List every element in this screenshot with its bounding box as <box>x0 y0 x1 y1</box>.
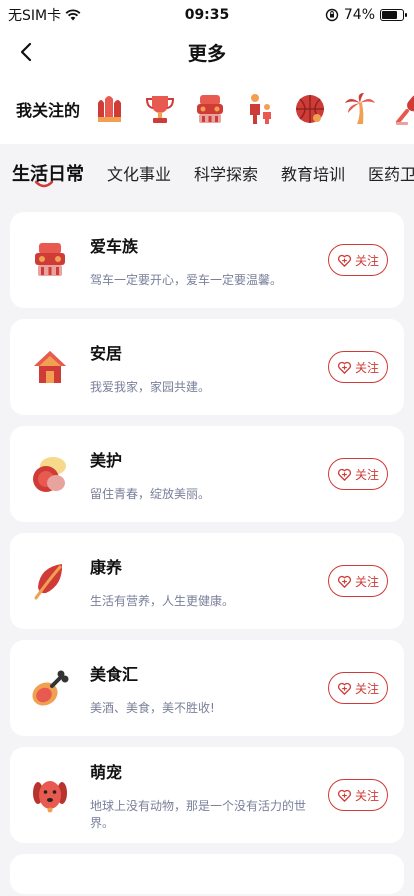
tab-education[interactable]: 教育培训 <box>281 161 345 185</box>
status-right: 74% <box>325 7 407 23</box>
topic-card-partial <box>10 854 404 894</box>
chevron-left-icon <box>20 42 32 62</box>
follow-label: 关注 <box>354 574 379 589</box>
heart-plus-icon <box>337 575 351 588</box>
car-icon[interactable] <box>192 91 228 127</box>
follow-label: 关注 <box>354 360 379 375</box>
topic-card-car-club[interactable]: 爱车族 驾车一定要开心，爱车一定要温馨。 关注 <box>10 212 404 308</box>
topic-desc: 留住青春，绽放美丽。 <box>90 486 211 501</box>
house-icon <box>34 351 66 383</box>
follow-label: 关注 <box>354 253 379 268</box>
topic-name: 美护 <box>90 450 123 470</box>
top-area: 无SIM卡 09:35 74% 更多 我关注的 <box>0 0 414 144</box>
topic-card-beauty[interactable]: 美护 留住青春，绽放美丽。 关注 <box>10 426 404 522</box>
topic-name: 康养 <box>90 557 123 577</box>
tab-science[interactable]: 科学探索 <box>194 161 258 185</box>
topic-desc: 驾车一定要开心，爱车一定要温馨。 <box>90 272 283 287</box>
leaf-icon <box>34 564 63 600</box>
tab-culture[interactable]: 文化事业 <box>107 161 171 185</box>
topic-card-home[interactable]: 安居 我爱我家，家园共建。 关注 <box>10 319 404 415</box>
topic-name: 美食汇 <box>90 664 139 684</box>
basketball-icon[interactable] <box>292 91 328 127</box>
topic-desc: 我爱我家，家园共建。 <box>90 379 211 394</box>
meat-leg-icon <box>32 670 69 706</box>
family-icon[interactable] <box>242 91 278 127</box>
page-title: 更多 <box>187 42 226 65</box>
heart-plus-icon <box>337 468 351 481</box>
topic-name: 萌宠 <box>90 763 123 782</box>
topic-card-health[interactable]: 康养 生活有营养，人生更健康。 关注 <box>10 533 404 629</box>
follow-label: 关注 <box>354 467 379 482</box>
following-label: 我关注的 <box>16 101 81 120</box>
follow-button[interactable]: 关注 <box>328 244 388 276</box>
follow-button[interactable]: 关注 <box>328 351 388 383</box>
topic-text: 萌宠 地球上没有动物，那是一个没有活力的世界。 <box>90 759 328 831</box>
palm-tree-icon[interactable] <box>342 91 378 127</box>
battery-percent: 74% <box>343 7 375 23</box>
topic-list: 爱车族 驾车一定要开心，爱车一定要温馨。 关注 安居 我爱我家，家园共建。 关注… <box>0 202 414 894</box>
follow-label: 关注 <box>354 788 379 803</box>
dog-icon <box>33 781 67 813</box>
topic-name: 安居 <box>90 343 123 363</box>
orientation-lock-icon <box>325 8 339 22</box>
heart-plus-icon <box>337 682 351 695</box>
tab-medicine[interactable]: 医药卫生 <box>368 161 414 185</box>
topic-text: 安居 我爱我家，家园共建。 <box>90 340 328 395</box>
battery-fill <box>382 11 397 19</box>
cosmetics-icon <box>33 457 66 492</box>
following-icons <box>92 91 414 127</box>
status-left: 无SIM卡 <box>8 5 81 25</box>
follow-button[interactable]: 关注 <box>328 565 388 597</box>
topic-desc: 地球上没有动物，那是一个没有活力的世界。 <box>90 799 307 830</box>
heart-plus-icon <box>337 361 351 374</box>
nav-bar: 更多 <box>0 30 414 74</box>
topic-text: 爱车族 驾车一定要开心，爱车一定要温馨。 <box>90 233 328 288</box>
microphone-icon[interactable] <box>392 91 414 127</box>
topic-card-pets[interactable]: 萌宠 地球上没有动物，那是一个没有活力的世界。 关注 <box>10 747 404 843</box>
topic-desc: 生活有营养，人生更健康。 <box>90 593 235 608</box>
car-icon <box>35 243 65 276</box>
topic-name: 爱车族 <box>90 236 139 256</box>
carrier-label: 无SIM卡 <box>8 8 62 24</box>
topic-card-food[interactable]: 美食汇 美酒、美食，美不胜收! 关注 <box>10 640 404 736</box>
back-button[interactable] <box>12 38 40 66</box>
trophy-icon[interactable] <box>142 91 178 127</box>
heart-plus-icon <box>337 254 351 267</box>
fries-icon[interactable] <box>92 91 128 127</box>
battery-icon <box>380 9 407 21</box>
follow-button[interactable]: 关注 <box>328 458 388 490</box>
heart-plus-icon <box>337 789 351 802</box>
follow-button[interactable]: 关注 <box>328 779 388 811</box>
following-row: 我关注的 <box>0 74 414 144</box>
status-bar: 无SIM卡 09:35 74% <box>0 0 414 30</box>
wifi-icon <box>65 9 81 21</box>
topic-text: 美食汇 美酒、美食，美不胜收! <box>90 661 328 716</box>
active-tab-indicator <box>34 180 54 188</box>
topic-text: 美护 留住青春，绽放美丽。 <box>90 447 328 502</box>
topic-text: 康养 生活有营养，人生更健康。 <box>90 554 328 609</box>
follow-button[interactable]: 关注 <box>328 672 388 704</box>
follow-label: 关注 <box>354 681 379 696</box>
topic-desc: 美酒、美食，美不胜收! <box>90 700 215 715</box>
category-tabs: 生活日常 文化事业 科学探索 教育培训 医药卫生 <box>0 144 414 202</box>
